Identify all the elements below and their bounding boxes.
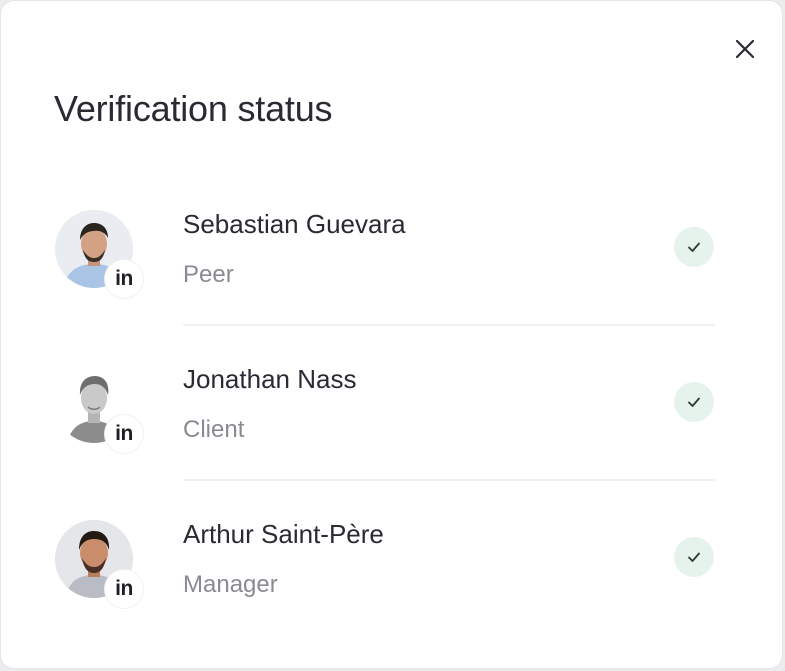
verified-status-badge (674, 227, 714, 267)
check-icon (688, 397, 700, 407)
verified-status-badge (674, 537, 714, 577)
verification-status-modal: Verification status in Sebastian Guevara… (0, 0, 783, 669)
check-icon (688, 242, 700, 252)
verification-row: in Sebastian Guevara Peer (1, 171, 785, 326)
linkedin-icon[interactable]: in (105, 415, 143, 453)
avatar[interactable]: in (55, 210, 143, 298)
verifier-role: Peer (183, 261, 234, 288)
modal-title: Verification status (54, 88, 333, 129)
close-icon (735, 39, 755, 59)
verifier-role: Manager (183, 571, 278, 598)
linkedin-icon[interactable]: in (105, 260, 143, 298)
avatar[interactable]: in (55, 520, 143, 608)
avatar[interactable]: in (55, 365, 143, 453)
close-button[interactable] (729, 33, 761, 65)
verifier-name: Jonathan Nass (183, 364, 357, 394)
verifier-role: Client (183, 416, 245, 443)
check-icon (688, 552, 700, 562)
verification-list: in Sebastian Guevara Peer in Jonathan Na… (1, 171, 785, 636)
verification-row: in Arthur Saint-Père Manager (1, 481, 785, 636)
verification-row: in Jonathan Nass Client (1, 326, 785, 481)
verifier-name: Arthur Saint-Père (183, 519, 384, 549)
verified-status-badge (674, 382, 714, 422)
linkedin-icon[interactable]: in (105, 570, 143, 608)
verifier-name: Sebastian Guevara (183, 209, 406, 239)
